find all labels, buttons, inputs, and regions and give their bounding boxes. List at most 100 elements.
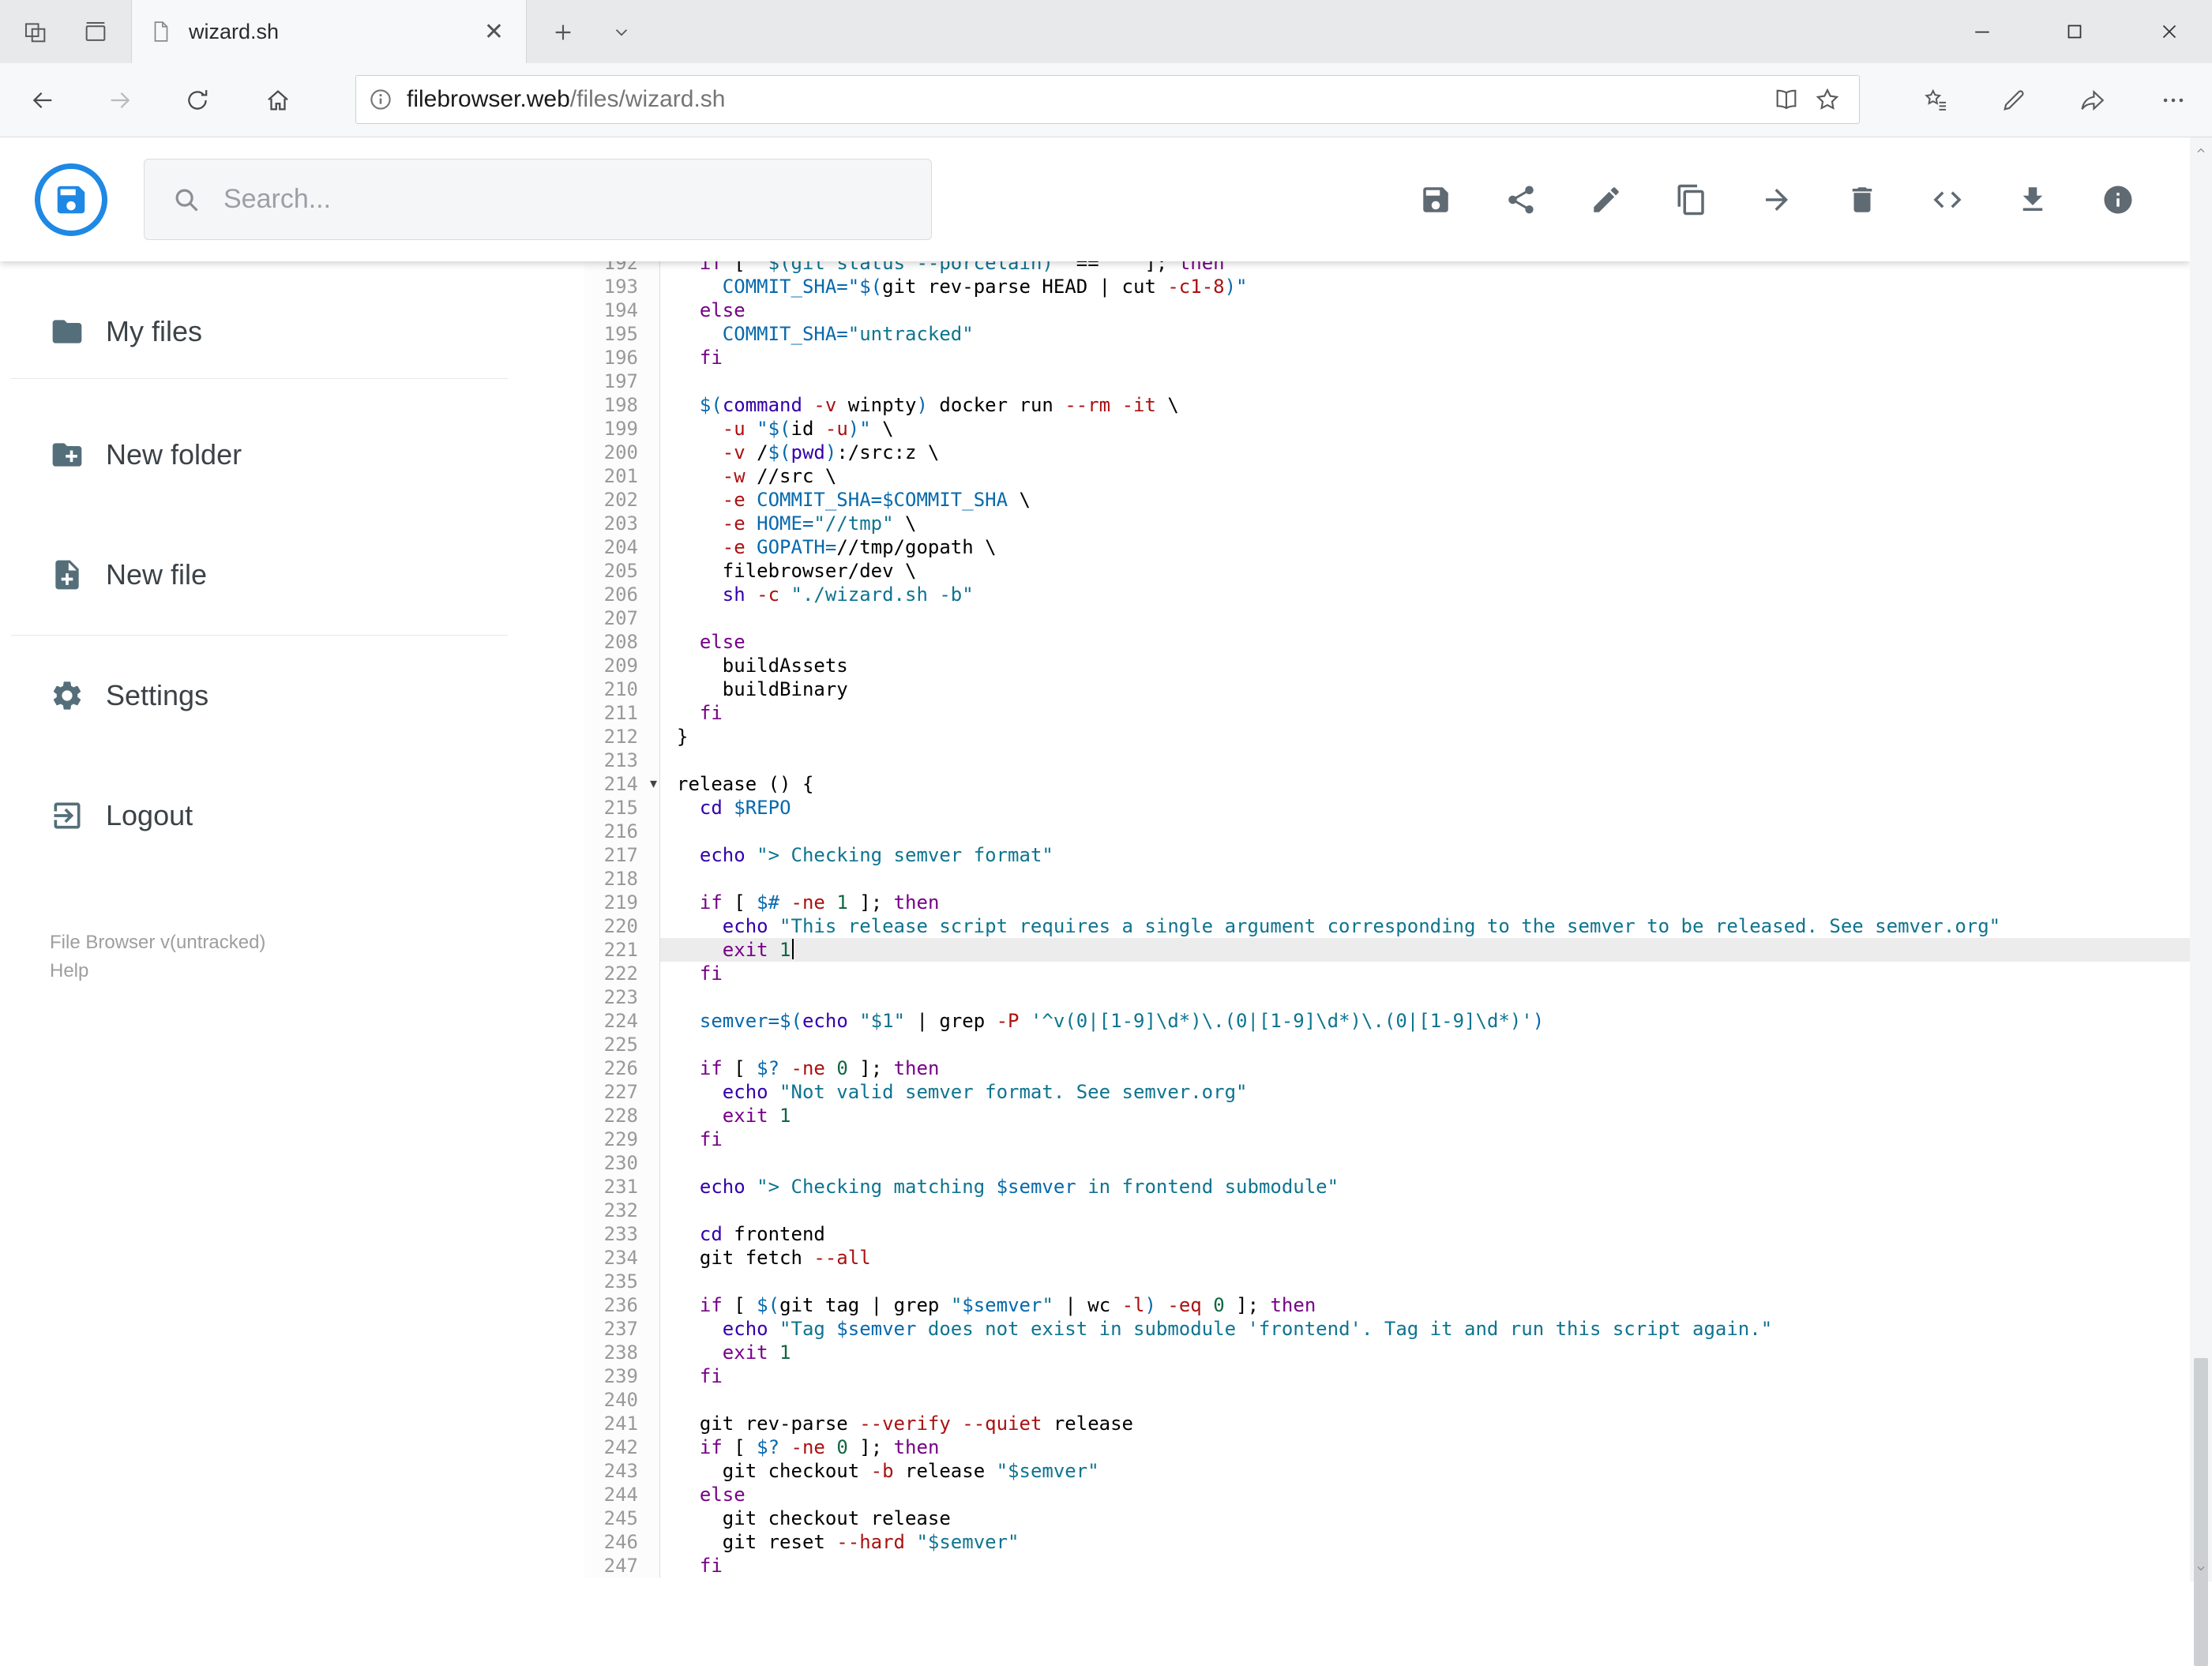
browser-tab[interactable]: wizard.sh ✕ — [131, 0, 527, 63]
forward-button[interactable] — [102, 82, 138, 118]
code-line[interactable]: 199 -u "$(id -u)" \ — [584, 417, 2190, 441]
code-line[interactable]: 241 git rev-parse --verify --quiet relea… — [584, 1412, 2190, 1435]
code-line[interactable]: 227 echo "Not valid semver format. See s… — [584, 1080, 2190, 1104]
code-line[interactable]: 223 — [584, 985, 2190, 1009]
window-scrollbar[interactable] — [2190, 137, 2212, 1666]
code-line[interactable]: 218 — [584, 867, 2190, 891]
scroll-down-button[interactable] — [2190, 1555, 2212, 1582]
code-line[interactable]: 234 git fetch --all — [584, 1246, 2190, 1270]
code-line[interactable]: 235 — [584, 1270, 2190, 1293]
code-line[interactable]: 209 buildAssets — [584, 654, 2190, 677]
hub-favorites-button[interactable] — [1918, 82, 1955, 118]
code-line[interactable]: 228 exit 1 — [584, 1104, 2190, 1128]
code-line[interactable]: 192 if [ "$(git status --porcelain)" == … — [584, 261, 2190, 275]
download-button[interactable] — [2016, 183, 2049, 216]
code-line[interactable]: 231 echo "> Checking matching $semver in… — [584, 1175, 2190, 1199]
edit-button[interactable] — [1590, 183, 1623, 216]
sidebar-item-settings[interactable]: Settings — [0, 648, 584, 743]
code-line[interactable]: 244 else — [584, 1483, 2190, 1507]
new-tab-button[interactable] — [545, 14, 581, 51]
code-line[interactable]: 194 else — [584, 298, 2190, 322]
delete-button[interactable] — [1846, 183, 1879, 216]
code-line[interactable]: 203 -e HOME="//tmp" \ — [584, 512, 2190, 535]
code-line[interactable]: 219 if [ $# -ne 1 ]; then — [584, 891, 2190, 914]
code-line[interactable]: 239 fi — [584, 1364, 2190, 1388]
add-notes-button[interactable] — [1996, 82, 2032, 118]
code-line[interactable]: 246 git reset --hard "$semver" — [584, 1530, 2190, 1554]
code-line[interactable]: 204 -e GOPATH=//tmp/gopath \ — [584, 535, 2190, 559]
move-button[interactable] — [1760, 183, 1793, 216]
share-button[interactable] — [1504, 183, 1538, 216]
sidebar-item-new-file[interactable]: New file — [0, 527, 584, 622]
code-line[interactable]: 200 -v /$(pwd):/src:z \ — [584, 441, 2190, 464]
code-line[interactable]: 208 else — [584, 630, 2190, 654]
code-line[interactable]: 213 — [584, 749, 2190, 772]
code-line[interactable]: 229 fi — [584, 1128, 2190, 1151]
search-input[interactable] — [222, 183, 931, 216]
code-line[interactable]: 202 -e COMMIT_SHA=$COMMIT_SHA \ — [584, 488, 2190, 512]
code-line[interactable]: 220 echo "This release script requires a… — [584, 914, 2190, 938]
more-options-button[interactable] — [2155, 82, 2191, 118]
back-button[interactable] — [24, 82, 61, 118]
code-line[interactable]: 195 COMMIT_SHA="untracked" — [584, 322, 2190, 346]
code-line[interactable]: 230 — [584, 1151, 2190, 1175]
share-page-button[interactable] — [2075, 82, 2111, 118]
code-line[interactable]: 197 — [584, 370, 2190, 393]
app-logo[interactable] — [35, 163, 107, 236]
tabs-preview-button[interactable] — [77, 14, 114, 51]
sidebar-item-logout[interactable]: Logout — [0, 768, 584, 863]
add-favorite-button[interactable] — [1807, 79, 1848, 120]
window-maximize-button[interactable] — [2041, 0, 2108, 63]
code-editor[interactable]: 192 if [ "$(git status --porcelain)" == … — [584, 261, 2190, 1582]
code-line[interactable]: 225 — [584, 1033, 2190, 1056]
address-bar[interactable]: filebrowser.web/files/wizard.sh — [355, 75, 1860, 124]
refresh-button[interactable] — [179, 82, 216, 118]
search-box[interactable] — [144, 159, 932, 240]
code-line[interactable]: 243 git checkout -b release "$semver" — [584, 1459, 2190, 1483]
code-line[interactable]: 224 semver=$(echo "$1" | grep -P '^v(0|[… — [584, 1009, 2190, 1033]
reading-view-button[interactable] — [1766, 79, 1807, 120]
window-minimize-button[interactable] — [1949, 0, 2015, 63]
window-close-button[interactable] — [2136, 0, 2203, 63]
code-line[interactable]: 198 $(command -v winpty) docker run --rm… — [584, 393, 2190, 417]
tab-list-chevron-button[interactable] — [603, 14, 640, 51]
code-line[interactable]: 222 fi — [584, 962, 2190, 985]
code-button[interactable] — [1931, 183, 1964, 216]
info-button[interactable] — [2101, 183, 2135, 216]
home-button[interactable] — [260, 82, 296, 118]
code-line[interactable]: 201 -w //src \ — [584, 464, 2190, 488]
code-line[interactable]: 216 — [584, 820, 2190, 843]
code-line[interactable]: 238 exit 1 — [584, 1341, 2190, 1364]
code-line[interactable]: 206 sh -c "./wizard.sh -b" — [584, 583, 2190, 606]
code-line[interactable]: 210 buildBinary — [584, 677, 2190, 701]
code-line[interactable]: 193 COMMIT_SHA="$(git rev-parse HEAD | c… — [584, 275, 2190, 298]
code-line[interactable]: 196 fi — [584, 346, 2190, 370]
code-line[interactable]: 214 ▾ release () { — [584, 772, 2190, 796]
code-line[interactable]: 211 fi — [584, 701, 2190, 725]
sidebar-item-my-files[interactable]: My files — [0, 284, 584, 379]
code-line[interactable]: 237 echo "Tag $semver does not exist in … — [584, 1317, 2190, 1341]
copy-button[interactable] — [1675, 183, 1708, 216]
tab-close-button[interactable]: ✕ — [479, 18, 509, 46]
set-tabs-aside-button[interactable] — [17, 14, 54, 51]
code-line[interactable]: 205 filebrowser/dev \ — [584, 559, 2190, 583]
code-line[interactable]: 221 exit 1 — [584, 938, 2190, 962]
code-line[interactable]: 217 echo "> Checking semver format" — [584, 843, 2190, 867]
code-line[interactable]: 247 fi — [584, 1554, 2190, 1578]
fold-toggle-icon[interactable]: ▾ — [650, 772, 657, 796]
code-line[interactable]: 242 if [ $? -ne 0 ]; then — [584, 1435, 2190, 1459]
code-line[interactable]: 232 — [584, 1199, 2190, 1222]
code-line[interactable]: 215 cd $REPO — [584, 796, 2190, 820]
scroll-up-button[interactable] — [2190, 137, 2212, 164]
code-line[interactable]: 245 git checkout release — [584, 1507, 2190, 1530]
code-line[interactable]: 240 — [584, 1388, 2190, 1412]
code-line[interactable]: 207 — [584, 606, 2190, 630]
save-button[interactable] — [1419, 183, 1452, 216]
scrollbar-thumb[interactable] — [2194, 1358, 2208, 1666]
code-line[interactable]: 233 cd frontend — [584, 1222, 2190, 1246]
code-line[interactable]: 212} — [584, 725, 2190, 749]
help-link[interactable]: Help — [50, 960, 88, 981]
code-line[interactable]: 226 if [ $? -ne 0 ]; then — [584, 1056, 2190, 1080]
sidebar-item-new-folder[interactable]: New folder — [0, 407, 584, 502]
code-line[interactable]: 236 if [ $(git tag | grep "$semver" | wc… — [584, 1293, 2190, 1317]
